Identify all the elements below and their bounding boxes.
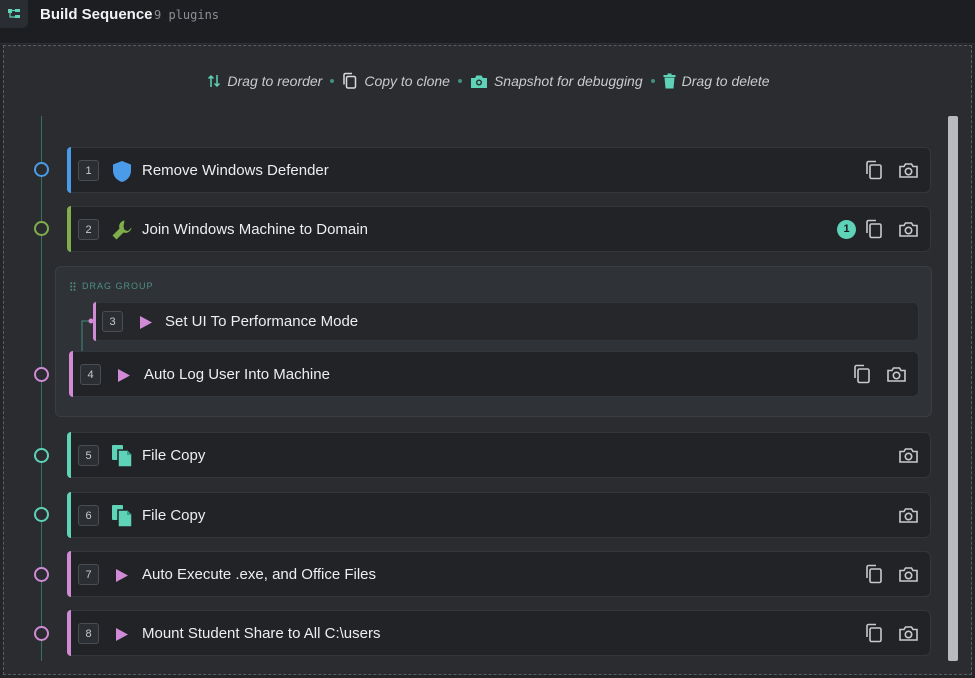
step-number: 3 xyxy=(102,311,123,332)
camera-icon xyxy=(898,508,918,523)
sequence-dropzone[interactable]: Drag to reorder Copy to clone Snapshot f… xyxy=(3,45,972,675)
timeline-node-7 xyxy=(34,567,49,582)
step-number: 7 xyxy=(78,564,99,585)
scrollbar-thumb[interactable] xyxy=(948,116,958,661)
timeline-node-4 xyxy=(34,367,49,382)
timeline-node-1 xyxy=(34,162,49,177)
camera-icon xyxy=(898,222,918,237)
play-icon xyxy=(112,363,136,387)
play-icon xyxy=(110,622,134,646)
camera-icon xyxy=(898,448,918,463)
step-number: 1 xyxy=(78,160,99,181)
shield-icon xyxy=(110,159,134,183)
timeline-node-8 xyxy=(34,626,49,641)
item-label: Auto Log User Into Machine xyxy=(144,366,330,383)
play-icon xyxy=(110,563,134,587)
sequence-item[interactable]: 4 Auto Log User Into Machine xyxy=(69,351,919,397)
hint-separator xyxy=(650,79,655,83)
sequence-item[interactable]: 2 Join Windows Machine to Domain 1 xyxy=(67,206,931,252)
sequence-item[interactable]: 5 File Copy xyxy=(67,432,931,478)
copy-icon xyxy=(866,160,882,180)
hint-separator xyxy=(457,79,462,83)
timeline-node-2 xyxy=(34,221,49,236)
timeline-node-6 xyxy=(34,507,49,522)
camera-icon xyxy=(886,367,906,382)
copy-icon xyxy=(866,564,882,584)
drag-group-label: DRAG GROUP xyxy=(70,281,154,291)
snapshot-button[interactable] xyxy=(898,444,918,466)
warning-count-badge: 1 xyxy=(837,219,856,239)
page-title: Build Sequence xyxy=(40,6,153,23)
item-label: File Copy xyxy=(142,507,206,524)
item-label: Remove Windows Defender xyxy=(142,162,329,179)
item-label: File Copy xyxy=(142,447,206,464)
drag-group[interactable]: DRAG GROUP 3 Set UI To Performance Mode … xyxy=(55,266,932,417)
item-label: Join Windows Machine to Domain xyxy=(142,221,368,238)
scrollbar[interactable] xyxy=(948,116,958,661)
copy-button[interactable] xyxy=(864,622,884,644)
item-label: Mount Student Share to All C:\users xyxy=(142,625,381,642)
copy-icon xyxy=(854,364,870,384)
item-label: Auto Execute .exe, and Office Files xyxy=(142,566,377,583)
wrench-icon xyxy=(110,218,134,242)
file-copy-icon xyxy=(110,444,134,468)
copy-icon xyxy=(866,623,882,643)
file-copy-icon xyxy=(110,504,134,528)
hint-separator xyxy=(330,79,335,83)
sequence-item[interactable]: 3 Set UI To Performance Mode xyxy=(93,302,919,341)
camera-icon xyxy=(898,567,918,582)
sequence-item[interactable]: 6 File Copy xyxy=(67,492,931,538)
copy-button[interactable] xyxy=(864,159,884,181)
drag-handle-icon[interactable] xyxy=(70,281,76,291)
sequence-item[interactable]: 7 Auto Execute .exe, and Office Files xyxy=(67,551,931,597)
copy-button[interactable] xyxy=(852,363,872,385)
timeline-node-5 xyxy=(34,448,49,463)
copy-button[interactable] xyxy=(864,563,884,585)
sequence-item[interactable]: 8 Mount Student Share to All C:\users xyxy=(67,610,931,656)
item-label: Set UI To Performance Mode xyxy=(165,313,359,330)
tree-structure-icon xyxy=(0,0,28,28)
snapshot-button[interactable] xyxy=(898,504,918,526)
snapshot-button[interactable] xyxy=(886,363,906,385)
snapshot-button[interactable] xyxy=(898,159,918,181)
reorder-arrows-icon xyxy=(208,74,221,88)
header: Build Sequence 9 plugins xyxy=(0,0,975,44)
camera-icon xyxy=(898,163,918,178)
snapshot-button[interactable] xyxy=(898,622,918,644)
sequence-item[interactable]: 1 Remove Windows Defender xyxy=(67,147,931,193)
plugin-count: 9 plugins xyxy=(154,8,220,22)
hint-delete: Drag to delete xyxy=(663,73,770,89)
step-number: 5 xyxy=(78,445,99,466)
copy-button[interactable] xyxy=(864,218,884,240)
camera-icon xyxy=(898,626,918,641)
snapshot-button[interactable] xyxy=(898,218,918,240)
trash-icon xyxy=(663,73,676,89)
step-number: 4 xyxy=(80,364,101,385)
copy-icon xyxy=(866,219,882,239)
hint-bar: Drag to reorder Copy to clone Snapshot f… xyxy=(4,72,973,90)
copy-icon xyxy=(343,72,357,89)
step-number: 2 xyxy=(78,219,99,240)
camera-icon xyxy=(470,75,487,88)
step-number: 6 xyxy=(78,505,99,526)
step-number: 8 xyxy=(78,623,99,644)
snapshot-button[interactable] xyxy=(898,563,918,585)
play-icon xyxy=(134,310,158,334)
hint-snapshot: Snapshot for debugging xyxy=(470,73,643,89)
hint-copy: Copy to clone xyxy=(342,72,450,90)
hint-reorder: Drag to reorder xyxy=(207,73,322,89)
